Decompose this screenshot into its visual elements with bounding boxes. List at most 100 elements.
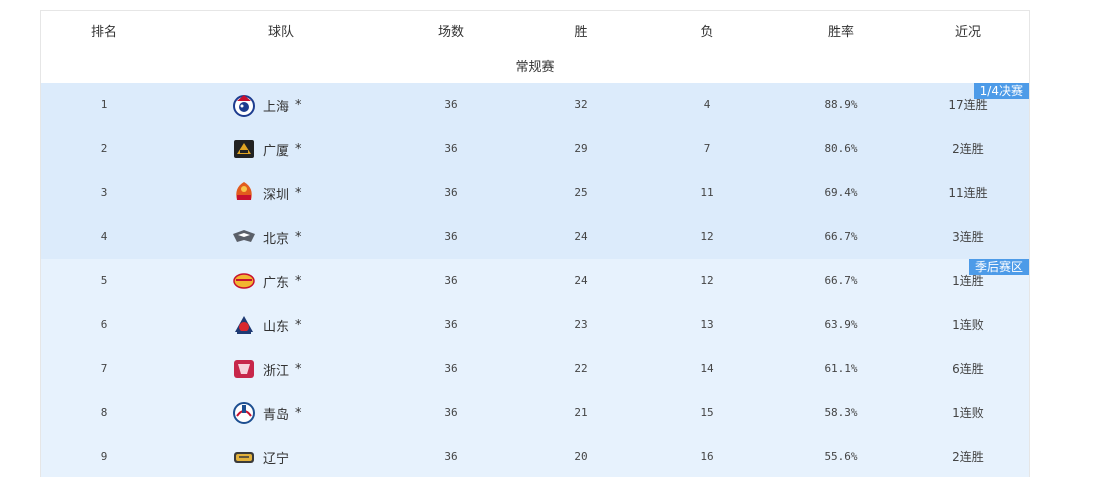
team-cell[interactable]: 辽宁	[231, 435, 295, 477]
table-row: 3 深圳 * 36 25 11 69.4% 11连胜	[41, 171, 1029, 215]
games-cell: 36	[444, 318, 458, 331]
header-team: 球队	[267, 25, 294, 40]
win-pct-cell: 55.6%	[824, 450, 858, 463]
wins-cell: 25	[574, 186, 588, 199]
rank-cell: 8	[100, 406, 108, 419]
rank-cell: 3	[100, 186, 108, 199]
team-cell[interactable]: 山东 *	[231, 303, 302, 347]
table-row: 9 辽宁 36 20 16 55.6% 2连胜	[41, 435, 1029, 477]
team-name-link[interactable]: 广厦	[263, 140, 289, 159]
win-pct-cell: 63.9%	[824, 318, 858, 331]
header-streak: 近况	[954, 25, 981, 40]
rank-cell: 4	[100, 230, 108, 243]
beijing-logo[interactable]	[231, 224, 257, 250]
team-cell[interactable]: 广东 *	[231, 259, 302, 303]
team-name-link[interactable]: 浙江	[263, 360, 289, 379]
team-star: *	[295, 317, 302, 333]
wins-cell: 22	[574, 362, 588, 375]
team-name-link[interactable]: 山东	[263, 316, 289, 335]
team-star: *	[295, 405, 302, 421]
wins-cell: 24	[574, 230, 588, 243]
table-header: 排名 球队 场数 胜 负 胜率 近况	[41, 11, 1029, 55]
win-pct-cell: 66.7%	[824, 274, 858, 287]
streak-cell: 11连胜	[948, 186, 988, 200]
header-rank: 排名	[90, 25, 117, 40]
streak-cell: 2连胜	[952, 142, 984, 156]
rank-cell: 6	[100, 318, 108, 331]
games-cell: 36	[444, 450, 458, 463]
liaoning-logo[interactable]	[231, 444, 257, 470]
rank-cell: 7	[100, 362, 108, 375]
win-pct-cell: 66.7%	[824, 230, 858, 243]
team-cell[interactable]: 北京 *	[231, 215, 302, 259]
games-cell: 36	[444, 406, 458, 419]
wins-cell: 20	[574, 450, 588, 463]
guangsha-logo[interactable]	[231, 136, 257, 162]
zhejiang-logo[interactable]	[231, 356, 257, 382]
team-name-link[interactable]: 北京	[263, 228, 289, 247]
team-cell[interactable]: 浙江 *	[231, 347, 302, 391]
header-games: 场数	[437, 25, 464, 40]
team-name-link[interactable]: 广东	[263, 272, 289, 291]
wins-cell: 21	[574, 406, 588, 419]
header-win-pct: 胜率	[827, 25, 854, 40]
table-row: 5 广东 * 36 24 12 66.7% 1连胜 季后赛区	[41, 259, 1029, 303]
losses-cell: 11	[700, 186, 714, 199]
wins-cell: 23	[574, 318, 588, 331]
team-star: *	[295, 273, 302, 289]
shandong-logo[interactable]	[231, 312, 257, 338]
team-name-link[interactable]: 深圳	[263, 184, 289, 203]
win-pct-cell: 88.9%	[824, 98, 858, 111]
losses-cell: 4	[703, 98, 711, 111]
team-cell[interactable]: 深圳 *	[231, 171, 302, 215]
streak-cell: 2连胜	[952, 450, 984, 464]
games-cell: 36	[444, 362, 458, 375]
table-row: 7 浙江 * 36 22 14 61.1% 6连胜	[41, 347, 1029, 391]
rank-cell: 2	[100, 142, 108, 155]
games-cell: 36	[444, 186, 458, 199]
table-row: 1 上海 * 36 32 4 88.9% 17连胜 1/4决赛	[41, 83, 1029, 127]
games-cell: 36	[444, 230, 458, 243]
team-star: *	[295, 97, 302, 113]
team-name-link[interactable]: 青岛	[263, 404, 289, 423]
table-row: 4 北京 * 36 24 12 66.7% 3连胜	[41, 215, 1029, 259]
streak-cell: 1连败	[952, 406, 984, 420]
streak-cell: 1连败	[952, 318, 984, 332]
rank-cell: 9	[100, 450, 108, 463]
rank-cell: 5	[100, 274, 108, 287]
wins-cell: 32	[574, 98, 588, 111]
team-cell[interactable]: 青岛 *	[231, 391, 302, 435]
losses-cell: 13	[700, 318, 714, 331]
team-name-link[interactable]: 上海	[263, 96, 289, 115]
guangdong-logo[interactable]	[231, 268, 257, 294]
playoff-zone-badge: 季后赛区	[968, 259, 1029, 275]
section-label: 常规赛	[515, 60, 555, 75]
table-row: 2 广厦 * 36 29 7 80.6% 2连胜	[41, 127, 1029, 171]
standings-table: 排名 球队 场数 胜 负 胜率 近况 常规赛 1 上海 * 36 32 4 88.9% 17连…	[40, 10, 1030, 477]
losses-cell: 16	[700, 450, 714, 463]
losses-cell: 14	[700, 362, 714, 375]
losses-cell: 12	[700, 230, 714, 243]
table-row: 8 青岛 * 36 21 15 58.3% 1连败	[41, 391, 1029, 435]
streak-cell: 3连胜	[952, 230, 984, 244]
losses-cell: 7	[703, 142, 711, 155]
shenzhen-logo[interactable]	[231, 180, 257, 206]
team-name-link[interactable]: 辽宁	[263, 448, 289, 467]
wins-cell: 24	[574, 274, 588, 287]
qingdao-logo[interactable]	[231, 400, 257, 426]
header-losses: 负	[700, 25, 714, 40]
win-pct-cell: 61.1%	[824, 362, 858, 375]
shanghai-logo[interactable]	[231, 92, 257, 118]
win-pct-cell: 69.4%	[824, 186, 858, 199]
games-cell: 36	[444, 98, 458, 111]
streak-cell: 6连胜	[952, 362, 984, 376]
team-cell[interactable]: 广厦 *	[231, 127, 302, 171]
rank-cell: 1	[100, 98, 108, 111]
table-row: 6 山东 * 36 23 13 63.9% 1连败	[41, 303, 1029, 347]
team-star: *	[295, 361, 302, 377]
team-star: *	[295, 185, 302, 201]
team-star: *	[295, 141, 302, 157]
losses-cell: 12	[700, 274, 714, 287]
team-cell[interactable]: 上海 *	[231, 83, 302, 127]
win-pct-cell: 80.6%	[824, 142, 858, 155]
